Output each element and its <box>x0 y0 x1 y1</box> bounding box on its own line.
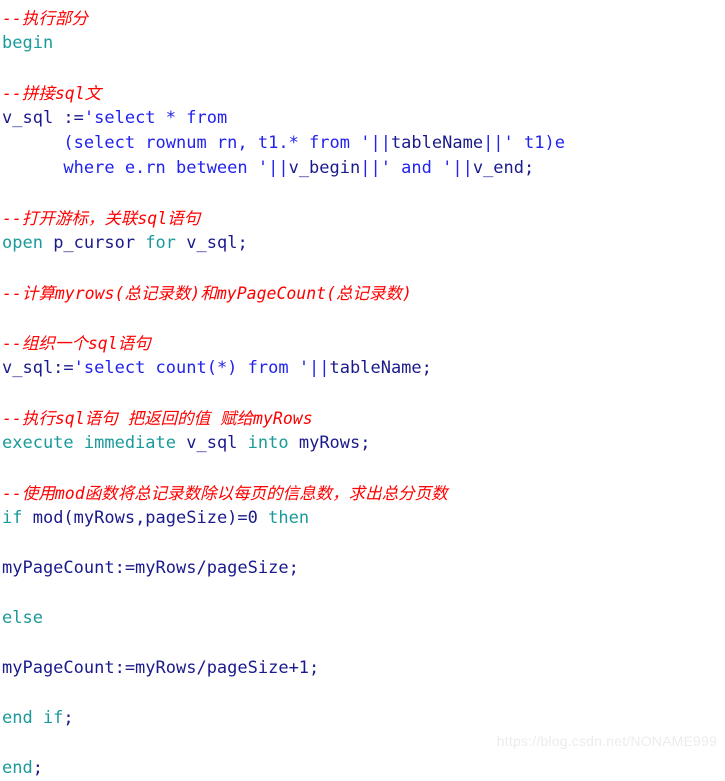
code-line: begin <box>0 31 725 56</box>
csdn-watermark: https://blog.csdn.net/NONAME999 <box>496 733 717 749</box>
code-token-str: 'select count(*) from '|| <box>73 358 330 378</box>
code-token-cmt: --执行sql语句 把返回的值 赋给myRows <box>2 409 313 428</box>
code-line: myPageCount:=myRows/pageSize; <box>0 556 725 581</box>
code-token-cmt: --计算myrows(总记录数)和myPageCount(总记录数) <box>2 284 412 303</box>
code-token-kw: else <box>2 608 43 628</box>
code-line: --计算myrows(总记录数)和myPageCount(总记录数) <box>0 281 725 306</box>
code-line: open p_cursor for v_sql; <box>0 231 725 256</box>
code-token-kw: execute immediate <box>2 433 187 453</box>
code-line: if mod(myRows,pageSize)=0 then <box>0 506 725 531</box>
code-token-kw: open <box>2 233 54 253</box>
code-line: v_sql:='select count(*) from '||tableNam… <box>0 356 725 381</box>
code-token-id: p_cursor <box>53 233 146 253</box>
code-token-id: v_sql := <box>2 108 84 128</box>
code-token-str: (select rownum rn, t1.* from '|| <box>2 133 391 153</box>
code-token-str: ||' and '|| <box>360 158 473 178</box>
code-token-id: v_sql <box>186 433 248 453</box>
code-token-kw: begin <box>2 33 54 53</box>
code-line: else <box>0 606 725 631</box>
code-token-id: ; <box>63 708 74 728</box>
code-line: v_sql :='select * from <box>0 106 725 131</box>
code-block: --执行部分 begin --拼接sql文 v_sql :='select * fr… <box>0 0 725 781</box>
code-token-cmt: --拼接sql文 <box>2 84 102 103</box>
code-token-id: v_begin <box>288 158 361 178</box>
code-token-cmt: --打开游标，关联sql语句 <box>2 209 201 228</box>
code-token-cmt: --组织一个sql语句 <box>2 334 151 353</box>
code-token-kw: for <box>145 233 187 253</box>
code-token-str: where e.rn between '|| <box>2 158 289 178</box>
code-token-kw: into <box>247 433 299 453</box>
code-token-kw: end <box>2 758 33 778</box>
code-line: --打开游标，关联sql语句 <box>0 206 725 231</box>
code-line: myPageCount:=myRows/pageSize+1; <box>0 656 725 681</box>
code-token-str: 'select * from <box>83 108 228 128</box>
code-line: (select rownum rn, t1.* from '||tableNam… <box>0 131 725 156</box>
code-token-kw: end if <box>2 708 64 728</box>
code-token-id: myRows; <box>298 433 371 453</box>
code-line: end; <box>0 756 725 781</box>
code-token-str: ||' t1)e <box>483 133 565 153</box>
code-token-id: myPageCount:=myRows/pageSize+1; <box>2 658 320 678</box>
code-line: --使用mod函数将总记录数除以每页的信息数，求出总分页数 <box>0 481 725 506</box>
code-token-id: tableName; <box>329 358 432 378</box>
code-line: --执行部分 <box>0 6 725 31</box>
code-token-id: myPageCount:=myRows/pageSize; <box>2 558 299 578</box>
code-token-cmt: --执行部分 <box>2 9 88 28</box>
code-line: execute immediate v_sql into myRows; <box>0 431 725 456</box>
code-token-kw: if <box>2 508 33 528</box>
code-line: where e.rn between '||v_begin||' and '||… <box>0 156 725 181</box>
code-line: --执行sql语句 把返回的值 赋给myRows <box>0 406 725 431</box>
code-line: --拼接sql文 <box>0 81 725 106</box>
code-token-id: v_end; <box>472 158 535 178</box>
code-line: --组织一个sql语句 <box>0 331 725 356</box>
code-token-id: tableName <box>390 133 484 153</box>
code-token-id: mod(myRows,pageSize)=0 <box>32 508 269 528</box>
code-token-cmt: --使用mod函数将总记录数除以每页的信息数，求出总分页数 <box>2 484 448 503</box>
code-token-kw: then <box>268 508 310 528</box>
code-token-id: v_sql; <box>186 233 248 253</box>
code-token-id: v_sql:= <box>2 358 74 378</box>
code-line: end if; <box>0 706 725 731</box>
code-token-id: ; <box>32 758 43 778</box>
